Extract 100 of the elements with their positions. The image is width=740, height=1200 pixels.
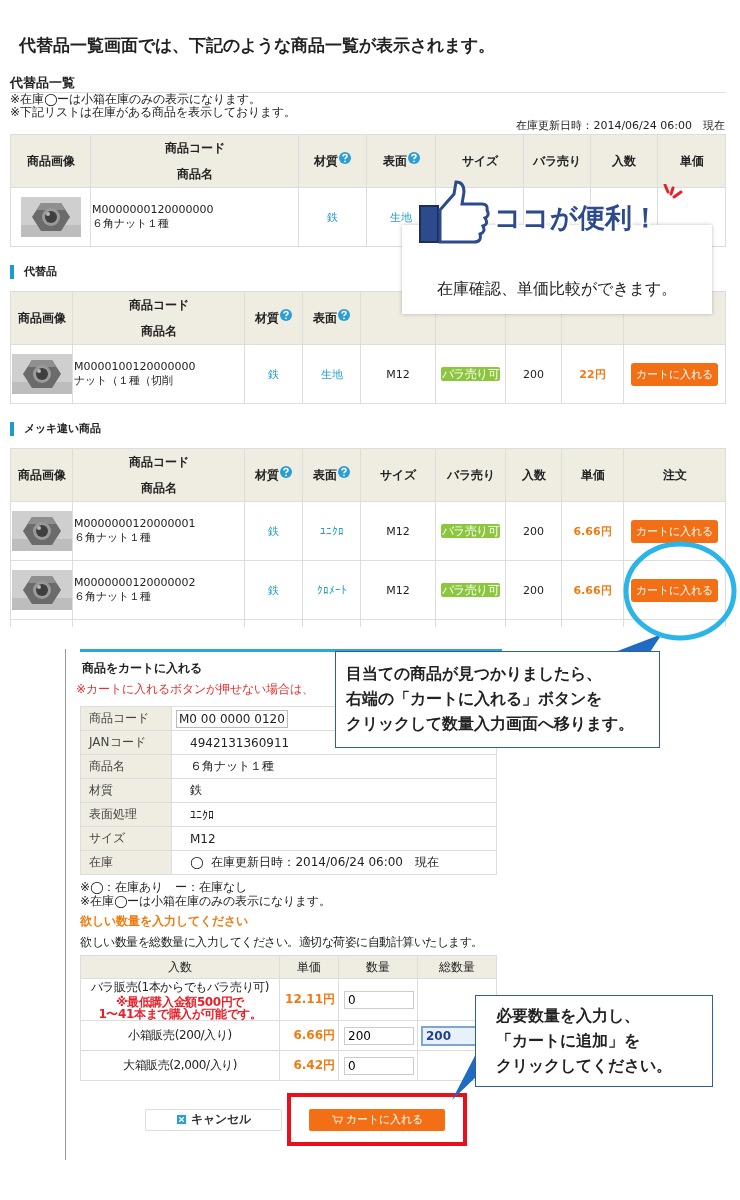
bulk-badge: バラ売り可 bbox=[440, 366, 501, 381]
table-cell: M12 bbox=[386, 524, 410, 538]
column-header: 材質 bbox=[314, 152, 338, 170]
surface-link[interactable]: 生地 bbox=[320, 367, 343, 381]
field-label: 商品コード bbox=[80, 706, 172, 731]
column-header: 数量 bbox=[338, 955, 418, 979]
help-icon[interactable] bbox=[339, 152, 351, 164]
table-cell: 200 bbox=[523, 367, 544, 381]
add-to-cart-button[interactable]: カートに入れる bbox=[631, 362, 718, 386]
bulk-badge: バラ売り可 bbox=[440, 523, 501, 538]
unit-price: 6.66円 bbox=[573, 524, 612, 538]
note-text: ※下記リストは在庫がある商品を表示しております。 bbox=[10, 106, 298, 119]
column-header: 単価 bbox=[561, 448, 624, 502]
help-icon[interactable] bbox=[338, 309, 350, 321]
column-header: 商品コード bbox=[127, 454, 190, 471]
quantity-field[interactable]: 200 bbox=[344, 1026, 414, 1045]
column-header: 商品コード bbox=[163, 140, 226, 157]
close-icon bbox=[176, 1115, 186, 1124]
product-name: ６角ナット１種 bbox=[74, 531, 152, 545]
callout-text: 在庫確認、単価比較ができます。 bbox=[437, 279, 677, 300]
column-header: 入数 bbox=[590, 134, 658, 188]
page-heading: 代替品一覧画面では、下記のような商品一覧が表示されます。 bbox=[19, 34, 496, 57]
add-to-cart-button[interactable]: カートに入れる bbox=[309, 1108, 445, 1131]
product-code: M0000000120000000 bbox=[92, 203, 215, 217]
material-link[interactable]: 鉄 bbox=[268, 583, 279, 597]
note-text: ※◯：在庫あり ー：在庫なし bbox=[80, 880, 249, 894]
column-header: 表面 bbox=[382, 152, 407, 170]
column-header: 注文 bbox=[623, 448, 726, 502]
add-to-cart-button[interactable]: カートに入れる bbox=[631, 578, 718, 602]
column-header: 商品画像 bbox=[10, 448, 73, 502]
column-header: バラ売り bbox=[435, 448, 506, 502]
add-to-cart-button[interactable]: カートに入れる bbox=[631, 519, 718, 543]
package-label: 小箱販売(200/入り) bbox=[127, 1027, 233, 1044]
callout-text: 「カートに追加」を bbox=[496, 1030, 641, 1052]
package-label: バラ販売(1本からでもバラ売り可) bbox=[89, 979, 271, 995]
warning-text: ※最低購入金額500円で bbox=[115, 996, 246, 1008]
table-cell: 200 bbox=[523, 524, 544, 538]
hint-text: 欲しい数量を総数量に入力してください。適切な荷姿に自動計算いたします。 bbox=[80, 934, 484, 951]
help-icon[interactable] bbox=[407, 152, 420, 164]
column-header: 単価 bbox=[279, 955, 339, 979]
warning-text: ※カートに入れるボタンが押せない場合は、 bbox=[76, 682, 315, 696]
field-label: 表面処理 bbox=[80, 802, 172, 827]
field-value: 4942131360911 bbox=[190, 735, 290, 750]
stock-timestamp: 在庫更新日時：2014/06/24 06:00 現在 bbox=[515, 119, 725, 133]
note-text: ※在庫◯ーは小箱在庫のみの表示になります。 bbox=[80, 894, 333, 908]
column-header: サイズ bbox=[360, 448, 436, 502]
callout-text: 必要数量を入力し、 bbox=[496, 1005, 641, 1027]
product-name: ナット（１種（切削 bbox=[74, 374, 174, 388]
product-code-field[interactable]: M0 00 0000 0120 bbox=[176, 709, 288, 728]
help-icon[interactable] bbox=[338, 466, 350, 478]
table-cell: 200 bbox=[523, 583, 544, 597]
material-link[interactable]: 鉄 bbox=[268, 367, 279, 381]
quantity-field[interactable]: 0 bbox=[344, 1056, 414, 1075]
material-link[interactable]: 鉄 bbox=[268, 524, 279, 538]
column-header: 入数 bbox=[505, 448, 562, 502]
column-header: 材質 bbox=[255, 466, 279, 484]
field-label: JANコード bbox=[80, 730, 172, 755]
product-name: ６角ナット１種 bbox=[92, 217, 170, 231]
field-label: サイズ bbox=[80, 826, 172, 851]
help-icon[interactable] bbox=[280, 466, 292, 478]
column-header: 表面 bbox=[313, 466, 337, 484]
callout-text: クリックして数量入力画面へ移ります。 bbox=[346, 714, 635, 735]
field-value: ﾕﾆｸﾛ bbox=[190, 807, 214, 822]
help-icon[interactable] bbox=[280, 309, 292, 321]
column-header: 単価 bbox=[657, 134, 726, 188]
unit-price: 22円 bbox=[579, 367, 606, 381]
cancel-button[interactable]: キャンセル bbox=[145, 1108, 282, 1131]
unit-price: 6.66円 bbox=[573, 583, 612, 597]
material-link[interactable]: 鉄 bbox=[327, 210, 338, 224]
field-label: 材質 bbox=[80, 778, 172, 803]
column-header: 商品名 bbox=[175, 166, 214, 183]
section-title: 欲しい数量を入力してください bbox=[80, 913, 249, 930]
column-header: バラ売り bbox=[523, 134, 591, 188]
bulk-badge: バラ売り可 bbox=[440, 582, 501, 597]
unit-price: 12.11円 bbox=[279, 978, 339, 1021]
field-value: M12 bbox=[190, 831, 216, 846]
callout-text: 右端の「カートに入れる」ボタンを bbox=[346, 689, 603, 710]
product-code: M0000000120000002 bbox=[74, 576, 197, 590]
column-header: 商品名 bbox=[139, 323, 178, 340]
column-header: 入数 bbox=[80, 955, 280, 979]
surface-link[interactable]: ｸﾛﾒｰﾄ bbox=[316, 583, 347, 597]
callout-text: クリックしてください。 bbox=[496, 1055, 673, 1077]
column-header: 商品画像 bbox=[10, 134, 91, 188]
cart-icon bbox=[331, 1115, 343, 1124]
product-code: M0000000120000001 bbox=[74, 517, 197, 531]
section-title: メッキ違い商品 bbox=[10, 422, 725, 436]
field-label: 商品名 bbox=[80, 754, 172, 779]
column-header: 総数量 bbox=[417, 955, 497, 979]
unit-price: 6.42円 bbox=[279, 1050, 339, 1081]
stock-mark: ◯ bbox=[190, 855, 204, 869]
field-value: 鉄 bbox=[190, 783, 202, 797]
quantity-field[interactable]: 0 bbox=[344, 990, 414, 1009]
surface-link[interactable]: 生地 bbox=[390, 210, 412, 224]
surface-link[interactable]: ﾕﾆｸﾛ bbox=[319, 524, 344, 538]
package-label: 大箱販売(2,000/入り) bbox=[121, 1057, 239, 1074]
spark-icon bbox=[663, 184, 683, 200]
column-header: 材質 bbox=[255, 309, 279, 327]
product-code: M0000100120000000 bbox=[74, 360, 197, 374]
column-header: 商品コード bbox=[127, 297, 190, 314]
section-title: 代替品一覧 bbox=[10, 75, 725, 93]
